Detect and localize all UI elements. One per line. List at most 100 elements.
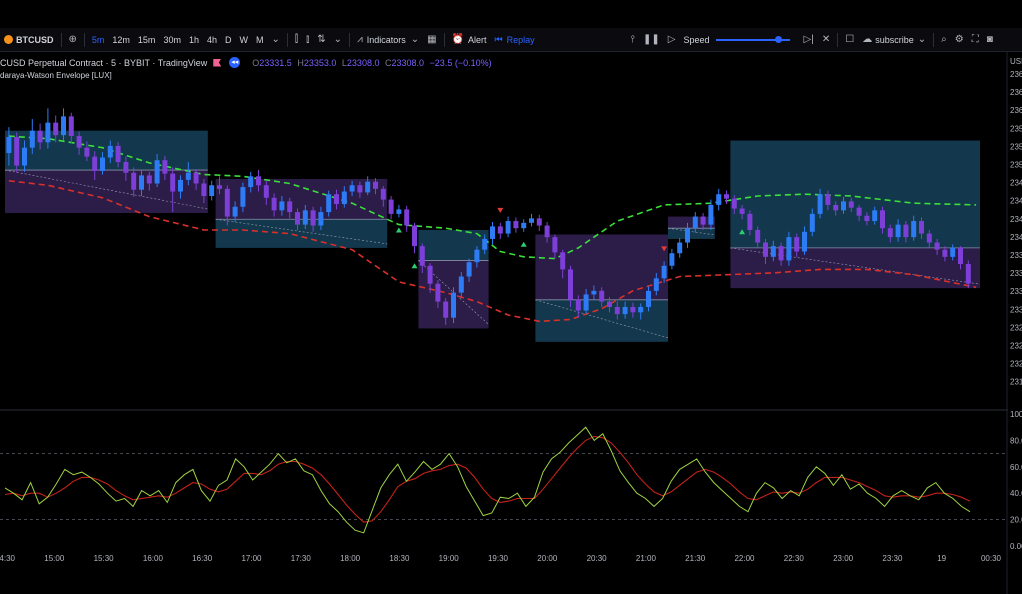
price-tick-label: 233: [1010, 269, 1022, 278]
candle: [412, 222, 417, 254]
candle-body: [349, 185, 355, 192]
zone-lower: [668, 228, 715, 239]
candle-body: [388, 199, 394, 214]
candle: [677, 238, 683, 258]
candle-body: [365, 181, 371, 193]
candle-body: [724, 194, 729, 199]
candle-body: [380, 188, 386, 200]
candle-body: [451, 292, 456, 318]
candle-body: [92, 156, 98, 171]
buy-signal-marker: [395, 227, 402, 233]
oscillator-slow-line: [4, 435, 971, 523]
price-tick-label: 234: [1010, 233, 1022, 242]
time-tick-label: 20:30: [587, 554, 608, 563]
candle-body: [646, 290, 651, 307]
candle: [209, 180, 215, 201]
candle-body: [263, 185, 269, 198]
price-tick-label: 232: [1010, 360, 1022, 369]
candle-body: [653, 278, 659, 291]
price-tick-label: 232: [1010, 323, 1022, 332]
time-tick-label: 19: [937, 554, 946, 563]
candle: [536, 214, 542, 231]
candle-body: [560, 252, 566, 270]
candle-body: [778, 246, 784, 261]
candle-body: [770, 246, 776, 257]
price-tick-label: 234: [1010, 215, 1022, 224]
candle: [513, 217, 519, 233]
price-tick-label: 236: [1010, 106, 1022, 115]
candle-body: [692, 216, 698, 229]
candle-body: [146, 175, 152, 184]
candle-body: [848, 201, 854, 208]
candle-body: [224, 188, 230, 217]
price-tick-label: 233: [1010, 251, 1022, 260]
candle-body: [193, 172, 199, 184]
candle-body: [201, 183, 207, 196]
candle-body: [677, 242, 683, 254]
candle-body: [334, 194, 339, 205]
candle-body: [209, 185, 215, 196]
candle-body: [248, 176, 254, 188]
candle-body: [61, 116, 66, 136]
time-tick-label: 14:30: [0, 554, 16, 563]
price-chart[interactable]: USD 236 236 236 235 235 235 234 234 234 234 233 233 2…: [0, 0, 1022, 594]
candle-body: [716, 194, 722, 205]
candle: [669, 248, 675, 270]
candle-body: [240, 187, 246, 207]
candle-body: [115, 145, 121, 162]
price-tick-label: 236: [1010, 88, 1022, 97]
candle-body: [661, 265, 667, 279]
candle-body: [872, 210, 878, 222]
time-tick-label: 20:00: [537, 554, 558, 563]
zone-lower: [5, 170, 208, 213]
candle-body: [575, 299, 581, 311]
candle-body: [29, 130, 35, 148]
price-tick-label: 235: [1010, 124, 1022, 133]
candle-body: [926, 233, 932, 243]
candle-body: [100, 157, 105, 171]
candle-body: [934, 242, 940, 250]
candle-body: [357, 185, 363, 193]
candle-body: [373, 181, 378, 189]
candle-body: [630, 306, 636, 313]
candle-body: [568, 269, 573, 300]
candle-body: [903, 224, 909, 238]
time-tick-label: 16:00: [143, 554, 164, 563]
candle-body: [76, 136, 82, 148]
candle-body: [139, 175, 144, 190]
zone-upper: [668, 216, 715, 229]
candle-body: [638, 306, 644, 313]
candle-body: [841, 201, 846, 211]
candle: [490, 221, 495, 245]
candle-body: [482, 238, 488, 250]
time-axis[interactable]: 14:30 15:00 15:30 16:00 16:30 17:00 17:30 18:00…: [0, 554, 1002, 563]
candle-body: [232, 206, 238, 217]
sell-signal-marker: [497, 207, 504, 213]
candle-body: [950, 247, 956, 257]
candle-body: [536, 218, 542, 226]
candle-body: [755, 230, 761, 243]
candle: [505, 216, 511, 238]
candle-body: [217, 185, 222, 189]
candle-body: [607, 301, 612, 307]
candle-body: [123, 162, 129, 173]
time-tick-label: 22:00: [734, 554, 755, 563]
oscillator-fast-line: [4, 426, 971, 534]
candle-body: [497, 226, 503, 234]
candle-body: [162, 160, 168, 174]
candle-body: [911, 221, 917, 238]
candle-body: [544, 225, 550, 238]
candle: [396, 204, 402, 218]
price-axis[interactable]: USD 236 236 236 235 235 235 234 234 234 234 233 233 2…: [1010, 57, 1022, 387]
candle-body: [856, 207, 862, 216]
candle-body: [887, 228, 893, 238]
candle-body: [583, 294, 589, 311]
time-tick-label: 16:30: [192, 554, 213, 563]
oscillator-axis[interactable]: 100 80.00 60.00 40.00 20.00 0.00: [1010, 410, 1022, 551]
candle-body: [919, 221, 924, 234]
oscillator-tick-label: 80.00: [1010, 436, 1022, 445]
candle-body: [131, 172, 137, 190]
candle-body: [427, 265, 433, 284]
oscillator-tick-label: 20.00: [1010, 516, 1022, 525]
candle-body: [817, 194, 823, 214]
